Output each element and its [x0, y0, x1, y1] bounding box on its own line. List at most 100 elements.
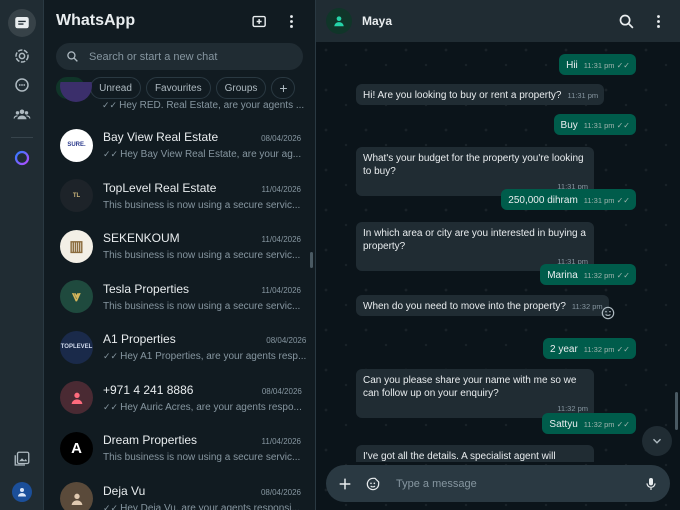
chat-preview: ✓✓ Hey RED. Real Estate, are your agents … [102, 100, 305, 111]
communities-nav-button[interactable] [8, 100, 36, 128]
menu-button[interactable] [279, 9, 303, 33]
outgoing-message[interactable]: 250,000 dihram 11:31 pm ✓✓ [501, 189, 636, 210]
status-icon [14, 49, 29, 63]
chat-list-header: WhatsApp [44, 0, 315, 42]
chat-row[interactable]: +971 4 241 8886 08/04/2026 ✓✓ Hey Auric Acr… [44, 373, 315, 424]
chat-row-body: Dream Properties 11/04/2026 This business … [103, 423, 315, 473]
chat-preview: This business is now using a secure serv… [103, 452, 301, 464]
chats-icon [14, 17, 29, 29]
chat-row-body: Deja Vu 08/04/2026 ✓✓ Hey Deja Vu, are your… [103, 474, 315, 510]
outgoing-message[interactable]: 2 year 11:32 pm ✓✓ [542, 338, 636, 359]
chat-list-panel: WhatsApp All Unread Favourites Groups + … [44, 0, 316, 510]
chat-row-body: Tesla Properties 11/04/2026 This business … [103, 272, 315, 322]
outgoing-message[interactable]: Sattyu 11:32 pm ✓✓ [542, 413, 636, 434]
incoming-message[interactable]: I've got all the details. A specialist a… [356, 445, 594, 462]
status-nav-button[interactable] [8, 42, 36, 70]
message-text: What's your budget for the property you'… [363, 153, 584, 177]
avatar [60, 482, 93, 510]
message-list: Hii 11:31 pm ✓✓ Hi! Are you looking to buy… [316, 42, 680, 462]
chat-row-body: TopLevel Real Estate 11/04/2026 This busin… [103, 171, 315, 221]
double-check-icon: ✓✓ [616, 61, 630, 70]
chat-row[interactable]: ▥ SEKENKOUM 11/04/2026 This business is now… [44, 221, 315, 272]
chat-name: Dream Properties [103, 433, 198, 448]
communities-icon [13, 109, 30, 120]
conversation-scrollbar[interactable] [675, 392, 678, 430]
search-bar[interactable] [56, 43, 303, 70]
avatar: SURE. [60, 128, 93, 162]
chat-date: 08/04/2026 [261, 386, 302, 396]
person-icon [71, 493, 82, 505]
meta-ai-icon [14, 150, 29, 166]
chat-row-top: Deja Vu 08/04/2026 [103, 484, 301, 498]
double-check-icon: ✓✓ [103, 502, 119, 510]
chat-row[interactable]: TOPLEVEL A1 Properties 08/04/2026 ✓✓ Hey A1 … [44, 322, 315, 373]
chat-row-top: TopLevel Real Estate 11/04/2026 [103, 181, 301, 195]
contact-avatar[interactable] [326, 8, 352, 34]
search-messages-button[interactable] [614, 9, 638, 33]
chat-list-scrollbar[interactable] [310, 252, 313, 268]
media-nav-button[interactable] [8, 445, 36, 473]
microphone-icon [646, 477, 656, 490]
attach-button[interactable] [336, 475, 354, 493]
chat-row-body: Bay View Real Estate 08/04/2026 ✓✓ Hey Bay … [103, 120, 315, 170]
chats-nav-button[interactable] [7, 9, 36, 37]
chat-row-top: SEKENKOUM 11/04/2026 [103, 231, 301, 245]
chat-date: 11/04/2026 [261, 437, 301, 447]
incoming-message[interactable]: Hi! Are you looking to buy or rent a pro… [356, 84, 605, 105]
chat-row-partial[interactable]: ✓✓ Hey RED. Real Estate, are your agents … [44, 82, 315, 120]
plus-icon [339, 478, 351, 489]
message-text: Hii [566, 60, 578, 71]
avatar [60, 82, 92, 102]
message-input[interactable] [396, 477, 642, 490]
voice-message-button[interactable] [642, 475, 660, 493]
search-input[interactable] [89, 50, 289, 63]
double-check-icon: ✓✓ [103, 351, 119, 362]
outgoing-message[interactable]: Buy 11:31 pm ✓✓ [553, 114, 636, 135]
scroll-to-bottom-button[interactable] [642, 426, 672, 456]
conversation-menu-button[interactable] [646, 9, 670, 33]
message-time: 11:32 pm [571, 302, 603, 311]
chat-row[interactable]: TL TopLevel Real Estate 11/04/2026 This bus… [44, 171, 315, 222]
chat-date: 08/04/2026 [261, 134, 302, 144]
conversation-header[interactable]: Maya [316, 0, 680, 42]
meta-ai-button[interactable] [8, 144, 36, 172]
chat-date: 11/04/2026 [261, 285, 301, 295]
new-chat-icon [251, 15, 266, 27]
message-text: Buy [560, 120, 578, 131]
chat-name: SEKENKOUM [103, 231, 180, 246]
chat-row-top: Bay View Real Estate 08/04/2026 [103, 130, 301, 144]
new-chat-button[interactable] [247, 9, 271, 33]
chat-row-top: Tesla Properties 11/04/2026 [103, 282, 301, 296]
more-vertical-icon [289, 14, 293, 28]
message-time: 11:31 pm [567, 91, 599, 100]
outgoing-message[interactable]: Hii 11:31 pm ✓✓ [559, 54, 636, 75]
double-check-icon: ✓✓ [616, 345, 630, 354]
contact-name[interactable]: Maya [362, 14, 606, 28]
person-icon [71, 392, 82, 404]
chat-row[interactable]: Deja Vu 08/04/2026 ✓✓ Hey Deja Vu, are your… [44, 474, 315, 510]
sticker-button[interactable] [364, 475, 382, 493]
conversation-panel: Maya Hii 11:31 pm ✓✓ Hi! Are you looking t… [316, 0, 680, 510]
channels-nav-button[interactable] [8, 71, 36, 99]
double-check-icon: ✓✓ [103, 149, 119, 160]
profile-avatar[interactable] [12, 482, 32, 502]
whatsapp-app: WhatsApp All Unread Favourites Groups + … [0, 0, 680, 510]
channels-icon [14, 78, 29, 92]
sticker-icon [366, 477, 380, 490]
incoming-message[interactable]: Can you please share your name with me s… [356, 369, 594, 418]
chat-preview: ✓✓ Hey Bay View Real Estate, are your ag.… [103, 149, 302, 161]
message-composer [326, 465, 670, 502]
chat-preview: ✓✓ Hey A1 Properties, are your agents res… [103, 351, 307, 363]
chat-row[interactable]: SURE. Bay View Real Estate 08/04/2026 ✓✓ Hey… [44, 120, 315, 171]
chat-row[interactable]: A Dream Properties 11/04/2026 This business… [44, 423, 315, 474]
more-vertical-icon [656, 14, 660, 28]
message-text: Marina [547, 270, 578, 281]
media-gallery-icon [14, 451, 30, 466]
chat-row[interactable]: ⩔ Tesla Properties 11/04/2026 This business… [44, 272, 315, 323]
emoji-reaction-icon[interactable] [600, 305, 616, 321]
avatar: TOPLEVEL [60, 330, 93, 364]
chat-name: Tesla Properties [103, 281, 190, 296]
message-text: 2 year [549, 344, 578, 355]
outgoing-message[interactable]: Marina 11:32 pm ✓✓ [540, 264, 636, 285]
incoming-message[interactable]: When do you need to move into the proper… [356, 295, 609, 316]
